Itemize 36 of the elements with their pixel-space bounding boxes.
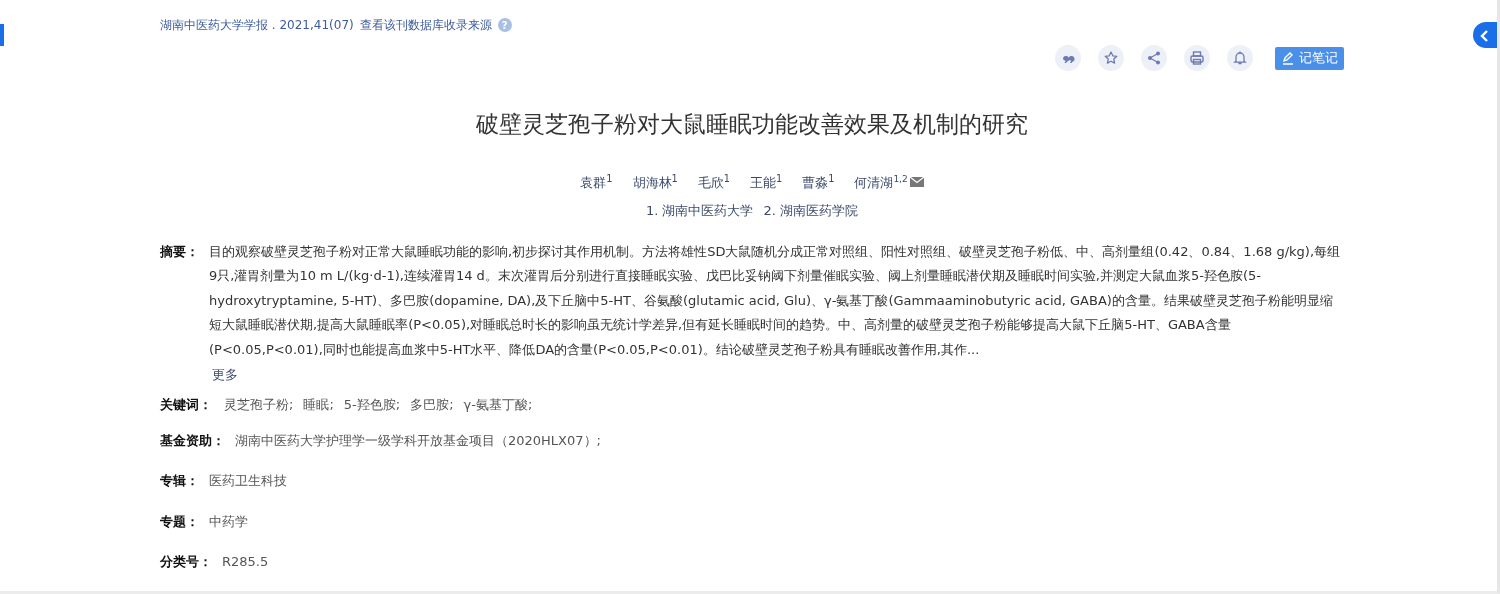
email-icon[interactable] [909, 177, 924, 188]
author-link[interactable]: 毛欣$^{1}$ [697, 172, 730, 193]
author-link[interactable]: 何清湖$^{1,2}$ [854, 172, 908, 193]
keywords-label: 关键词： [160, 396, 212, 415]
collapse-button[interactable] [1473, 22, 1497, 48]
abstract-text: 目的观察破壁灵芝孢子粉对正常大鼠睡眠功能的影响,初步探讨其作用机制。方法将雄性SD大鼠随机分成正常对照组、阳性对照组、破壁灵芝孢子粉低、中、高剂量组(0.42、0.84、1.68 g/kg),每组9只,灌胃剂量为10 m L/(kg·d-1),连续灌胃14 d。末次灌胃后分别进行直接睡眠实验、戊巴比妥钠阈下剂量催眠实验、阈上剂量睡眠潜伏期及睡眠时间实验,并测定大鼠血浆5-羟色胺(5-hydroxytryptamine, 5-HT)、多巴胺(dopamine, DA),及下丘脑中5-HT、谷氨酸(glutamic acid, Glu)、γ-氨基丁酸(Gammaaminobutyric acid, GABA)的含量。结果破壁灵芝孢子粉能明显缩短大鼠睡眠潜伏期,提高大鼠睡眠率(P<0.05),对睡眠总时长的影响虽无统计学差异,但有延长睡眠时间的趋势。中、高剂量的破壁灵芝孢子粉能够提高大鼠下丘脑5-HT、GABA含量(P<0.05,P<0.01),同时也能提高血浆中5-HT水平、降低DA的含量(P<0.05,P<0.01)。结论破壁灵芝孢子粉具有睡眠改善作用,其作... [209, 242, 1342, 359]
field-label: 专题： [160, 512, 199, 531]
keyword-link[interactable]: 5-羟色胺; [343, 395, 401, 415]
field-value: 湖南中医药大学护理学一级学科开放基金项目（2020HLX07）; [235, 431, 601, 450]
author-link[interactable]: 胡海林$^{1}$ [632, 172, 678, 193]
database-link[interactable]: 查看该刊数据库收录来源 [359, 16, 492, 34]
keyword-link[interactable]: 灵芝孢子粉; [224, 395, 294, 415]
more-link[interactable]: 更多 [212, 365, 238, 385]
field-value: 中药学 [209, 512, 248, 531]
print-icon[interactable] [1184, 45, 1210, 71]
keyword-link[interactable]: γ-氨基丁酸; [463, 395, 533, 415]
affiliation: 1. 湖南中医药大学 [645, 202, 754, 221]
abstract-label: 摘要： [160, 242, 199, 261]
field-value: R285.5 [222, 553, 269, 572]
keyword-link[interactable]: 睡眠; [303, 395, 334, 415]
edge-marker [0, 24, 4, 46]
article-title: 破壁灵芝孢子粉对大鼠睡眠功能改善效果及机制的研究 [475, 111, 1029, 139]
bell-icon[interactable] [1227, 45, 1253, 71]
journal-info: 湖南中医药大学学报 . 2021,41(07) [160, 17, 354, 34]
keyword-link[interactable]: 多巴胺; [410, 395, 454, 415]
field-label: 分类号： [160, 553, 212, 572]
author-link[interactable]: 王能$^{1}$ [749, 172, 783, 193]
pencil-icon [1281, 51, 1295, 65]
author-link[interactable]: 袁群$^{1}$ [580, 172, 613, 193]
share-icon[interactable] [1141, 45, 1167, 71]
field-label: 基金资助： [160, 431, 225, 450]
affiliation: 2. 湖南医药学院 [763, 202, 859, 221]
quote-icon[interactable] [1055, 45, 1081, 71]
author-link[interactable]: 曹淼$^{1}$ [802, 172, 835, 193]
field-label: 专辑： [160, 472, 199, 491]
field-value: 医药卫生科技 [209, 472, 287, 491]
